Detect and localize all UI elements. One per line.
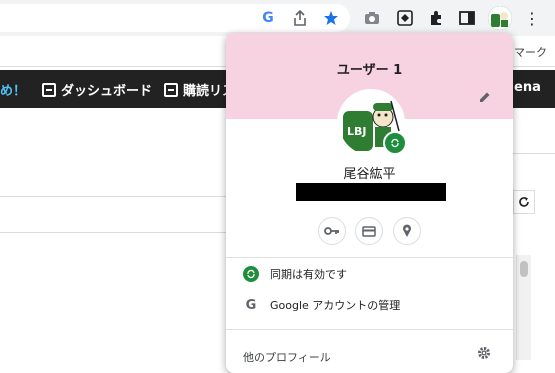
navbar-dashboard-link[interactable]: ダッシュボード bbox=[42, 80, 152, 99]
google-icon[interactable]: G bbox=[258, 8, 278, 28]
edit-profile-button[interactable] bbox=[475, 87, 495, 107]
manage-profiles-button[interactable] bbox=[477, 346, 491, 364]
page-divider bbox=[0, 232, 226, 233]
extension-box-icon[interactable] bbox=[395, 8, 415, 28]
other-profiles-label: 他のプロフィール bbox=[243, 351, 331, 364]
puzzle-icon[interactable] bbox=[426, 8, 446, 28]
subscription-icon bbox=[164, 82, 178, 97]
browser-toolbar: G ⋮ bbox=[0, 0, 555, 36]
manage-account-item[interactable]: G Google アカウントの管理 bbox=[226, 290, 513, 320]
navbar-left-text[interactable]: め！ bbox=[0, 80, 26, 99]
passwords-button[interactable] bbox=[318, 217, 346, 245]
redacted-email bbox=[296, 183, 446, 201]
addresses-button[interactable] bbox=[393, 217, 421, 245]
payment-methods-button[interactable] bbox=[355, 217, 383, 245]
payment-card-icon bbox=[362, 225, 376, 237]
svg-text:LBJ: LBJ bbox=[347, 125, 367, 138]
scrollbar-thumb[interactable] bbox=[520, 261, 528, 277]
navbar-dashboard-label: ダッシュボード bbox=[61, 84, 153, 99]
manage-account-label: Google アカウントの管理 bbox=[270, 299, 401, 312]
google-letter: G bbox=[262, 10, 274, 26]
page-divider bbox=[513, 153, 555, 154]
navbar-subscription-link[interactable]: 購読リス bbox=[164, 80, 235, 99]
profile-menu: ユーザー 1 LBJ 尾谷紘平 同期は有効です G Google アカウントの管… bbox=[226, 33, 513, 373]
menu-divider bbox=[226, 257, 513, 258]
bookmarks-right-text[interactable]: マーク bbox=[514, 44, 547, 60]
gear-icon bbox=[478, 347, 490, 359]
reload-icon[interactable] bbox=[513, 190, 535, 214]
profile-user-name: 尾谷紘平 bbox=[343, 167, 396, 182]
sync-status-item[interactable]: 同期は有効です bbox=[226, 259, 513, 289]
pencil-icon bbox=[480, 92, 490, 102]
page-divider bbox=[0, 196, 226, 197]
location-pin-icon bbox=[403, 224, 411, 237]
page-scrollbar[interactable] bbox=[516, 255, 531, 360]
sync-icon bbox=[243, 266, 259, 282]
more-glyph: ⋮ bbox=[524, 8, 540, 28]
camera-icon[interactable] bbox=[362, 8, 382, 28]
key-icon bbox=[324, 227, 339, 235]
profile-title: ユーザー 1 bbox=[336, 63, 403, 78]
share-icon[interactable] bbox=[290, 8, 310, 28]
menu-divider bbox=[226, 329, 513, 330]
navbar-right-text[interactable]: ena bbox=[514, 80, 541, 95]
google-g-icon: G bbox=[245, 297, 257, 313]
profile-avatar-icon[interactable] bbox=[488, 6, 512, 30]
sync-status-label: 同期は有効です bbox=[270, 268, 347, 281]
dashboard-icon bbox=[42, 82, 56, 97]
sidepanel-icon[interactable] bbox=[457, 8, 477, 28]
more-icon[interactable]: ⋮ bbox=[522, 8, 542, 28]
sync-badge-icon bbox=[383, 131, 407, 155]
star-icon[interactable] bbox=[321, 8, 341, 28]
